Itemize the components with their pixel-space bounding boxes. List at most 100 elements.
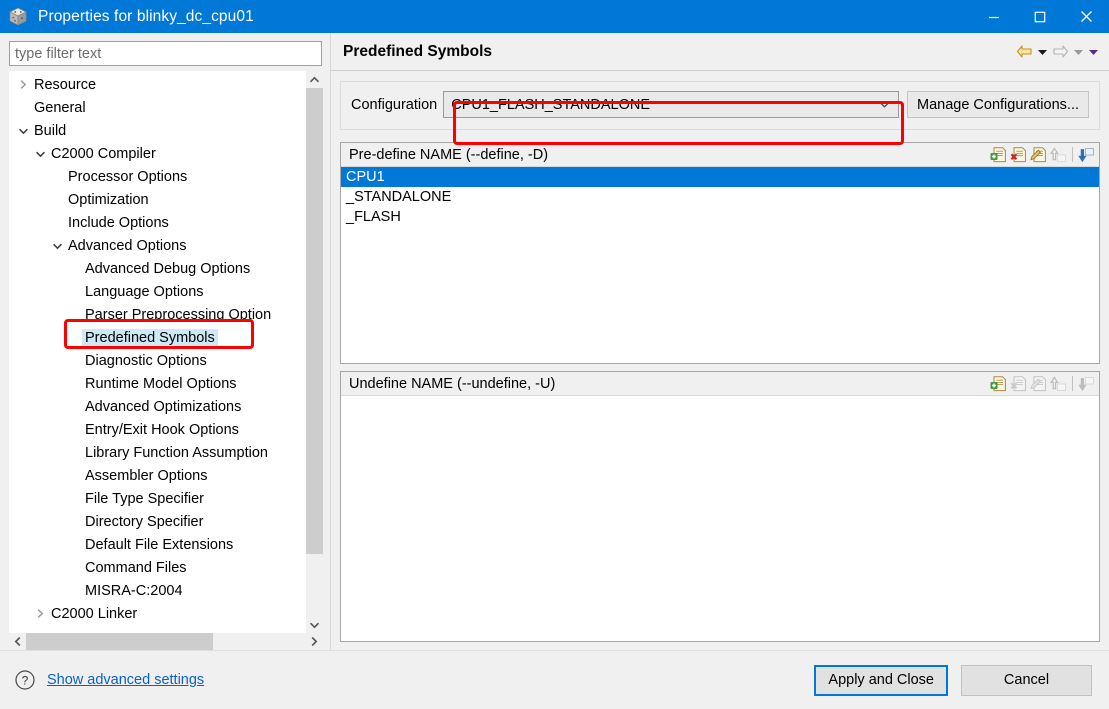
- sidebar-item-default-file-extensions[interactable]: Default File Extensions: [9, 533, 305, 556]
- chevron-down-icon[interactable]: [49, 242, 65, 250]
- chevron-down-icon[interactable]: [15, 127, 31, 135]
- view-menu-dropdown-icon[interactable]: [1088, 48, 1099, 56]
- undefine-name-items[interactable]: [341, 396, 1099, 641]
- title-bar: Properties for blinky_dc_cpu01: [0, 0, 1109, 33]
- chevron-down-icon[interactable]: [32, 150, 48, 158]
- sidebar-item-label: Optimization: [68, 191, 149, 208]
- sidebar-item-c2000-compiler[interactable]: C2000 Compiler: [9, 142, 305, 165]
- tree-scrollbar-thumb[interactable]: [305, 88, 323, 554]
- forward-arrow-icon: [1052, 44, 1069, 59]
- hscrollbar-thumb[interactable]: [26, 633, 213, 650]
- scroll-left-arrow-icon[interactable]: [9, 633, 26, 650]
- settings-tree-wrapper: Resource General Build C2000 Compiler Proces…: [9, 71, 323, 633]
- predefine-name-label: Pre-define NAME (--define, -D): [349, 146, 549, 163]
- list-item[interactable]: _FLASH: [341, 207, 1099, 227]
- add-icon[interactable]: [990, 146, 1007, 163]
- scroll-up-arrow-icon[interactable]: [305, 71, 323, 88]
- tree-vertical-scrollbar[interactable]: [305, 71, 323, 633]
- predefine-name-items[interactable]: CPU1 _STANDALONE _FLASH: [341, 167, 1099, 363]
- forward-dropdown-icon: [1073, 48, 1084, 56]
- list-item[interactable]: CPU1: [341, 167, 1099, 187]
- settings-navigation-pane: Resource General Build C2000 Compiler Proces…: [0, 33, 330, 650]
- move-up-icon: [1050, 146, 1067, 163]
- move-up-icon: [1050, 375, 1067, 392]
- sidebar-item-label: Parser Preprocessing Option: [85, 306, 272, 323]
- sidebar-item-label: Diagnostic Options: [85, 352, 207, 369]
- sidebar-item-library-function-assumption[interactable]: Library Function Assumption: [9, 441, 305, 464]
- symbol-lists: Pre-define NAME (--define, -D) CPU1 _STAN…: [340, 142, 1100, 642]
- chevron-down-icon: [872, 101, 898, 108]
- sidebar-item-label: Advanced Optimizations: [85, 398, 242, 415]
- undefine-name-header: Undefine NAME (--undefine, -U): [341, 372, 1099, 396]
- sidebar-item-directory-specifier[interactable]: Directory Specifier: [9, 510, 305, 533]
- sidebar-item-language-options[interactable]: Language Options: [9, 280, 305, 303]
- apply-and-close-button[interactable]: Apply and Close: [814, 664, 948, 696]
- sidebar-item-optimization[interactable]: Optimization: [9, 188, 305, 211]
- sidebar-item-advanced-options[interactable]: Advanced Options: [9, 234, 305, 257]
- sidebar-item-command-files[interactable]: Command Files: [9, 556, 305, 579]
- predefine-name-listbox[interactable]: Pre-define NAME (--define, -D) CPU1 _STAN…: [340, 142, 1100, 364]
- sidebar-item-label: Language Options: [85, 283, 204, 300]
- show-advanced-settings-link[interactable]: Show advanced settings: [47, 672, 204, 688]
- delete-icon[interactable]: [1010, 146, 1027, 163]
- sidebar-item-resource[interactable]: Resource: [9, 73, 305, 96]
- scroll-right-arrow-icon[interactable]: [305, 633, 322, 650]
- scroll-down-arrow-icon[interactable]: [305, 616, 323, 633]
- back-arrow-icon[interactable]: [1016, 44, 1033, 59]
- undefine-toolbar: [990, 375, 1095, 392]
- sidebar-item-label: Directory Specifier: [85, 513, 204, 530]
- move-down-icon[interactable]: [1078, 147, 1095, 163]
- settings-content-pane: Predefined Symbols Configuration CPU1_FL…: [330, 33, 1109, 650]
- list-item-label: _FLASH: [346, 209, 401, 225]
- sidebar-item-label: Processor Options: [68, 168, 188, 185]
- sidebar-item-assembler-options[interactable]: Assembler Options: [9, 464, 305, 487]
- minimize-button[interactable]: [971, 0, 1017, 33]
- predefine-toolbar: [990, 146, 1095, 163]
- sidebar-item-diagnostic-options[interactable]: Diagnostic Options: [9, 349, 305, 372]
- dialog-footer: ? Show advanced settings Apply and Close…: [0, 650, 1109, 709]
- filter-box[interactable]: [9, 41, 322, 66]
- settings-tree[interactable]: Resource General Build C2000 Compiler Proces…: [9, 71, 305, 633]
- sidebar-item-entry-exit-hook-options[interactable]: Entry/Exit Hook Options: [9, 418, 305, 441]
- configuration-combobox[interactable]: CPU1_FLASH_STANDALONE: [443, 91, 899, 118]
- list-item[interactable]: _STANDALONE: [341, 187, 1099, 207]
- filter-input[interactable]: [15, 45, 316, 62]
- dialog-buttons: Apply and Close Cancel: [814, 664, 1092, 696]
- undefine-name-listbox[interactable]: Undefine NAME (--undefine, -U): [340, 371, 1100, 642]
- edit-icon[interactable]: [1030, 146, 1047, 163]
- toolbar-separator: [1072, 376, 1073, 391]
- sidebar-item-c2000-linker[interactable]: C2000 Linker: [9, 602, 305, 625]
- sidebar-item-file-type-specifier[interactable]: File Type Specifier: [9, 487, 305, 510]
- sidebar-item-include-options[interactable]: Include Options: [9, 211, 305, 234]
- cancel-button[interactable]: Cancel: [961, 664, 1092, 696]
- sidebar-item-label: Assembler Options: [85, 467, 208, 484]
- hscrollbar-track[interactable]: [213, 633, 305, 650]
- move-down-icon: [1078, 376, 1095, 392]
- sidebar-item-label: Default File Extensions: [85, 536, 234, 553]
- sidebar-item-runtime-model-options[interactable]: Runtime Model Options: [9, 372, 305, 395]
- manage-configurations-button[interactable]: Manage Configurations...: [906, 91, 1089, 118]
- sidebar-item-build[interactable]: Build: [9, 119, 305, 142]
- sidebar-item-predefined-symbols[interactable]: Predefined Symbols: [9, 326, 305, 349]
- add-icon[interactable]: [990, 375, 1007, 392]
- svg-text:?: ?: [22, 674, 29, 688]
- configuration-selected-value: CPU1_FLASH_STANDALONE: [451, 96, 651, 113]
- chevron-right-icon[interactable]: [15, 79, 31, 90]
- sidebar-item-advanced-debug-options[interactable]: Advanced Debug Options: [9, 257, 305, 280]
- sidebar-item-misra-c-2004[interactable]: MISRA-C:2004: [9, 579, 305, 602]
- page-title: Predefined Symbols: [343, 42, 493, 60]
- sidebar-item-label: Advanced Debug Options: [85, 260, 251, 277]
- sidebar-item-general[interactable]: General: [9, 96, 305, 119]
- sidebar-item-parser-preprocessing-option[interactable]: Parser Preprocessing Option: [9, 303, 305, 326]
- tree-horizontal-scrollbar[interactable]: [9, 633, 322, 650]
- help-circle-icon[interactable]: ?: [14, 669, 36, 691]
- back-dropdown-icon[interactable]: [1037, 48, 1048, 56]
- sidebar-item-processor-options[interactable]: Processor Options: [9, 165, 305, 188]
- sidebar-item-advanced-optimizations[interactable]: Advanced Optimizations: [9, 395, 305, 418]
- close-button[interactable]: [1063, 0, 1109, 33]
- chevron-right-icon[interactable]: [32, 608, 48, 619]
- sidebar-item-label: Entry/Exit Hook Options: [85, 421, 239, 438]
- maximize-button[interactable]: [1017, 0, 1063, 33]
- window-controls: [971, 0, 1109, 33]
- sidebar-item-label: Command Files: [85, 559, 187, 576]
